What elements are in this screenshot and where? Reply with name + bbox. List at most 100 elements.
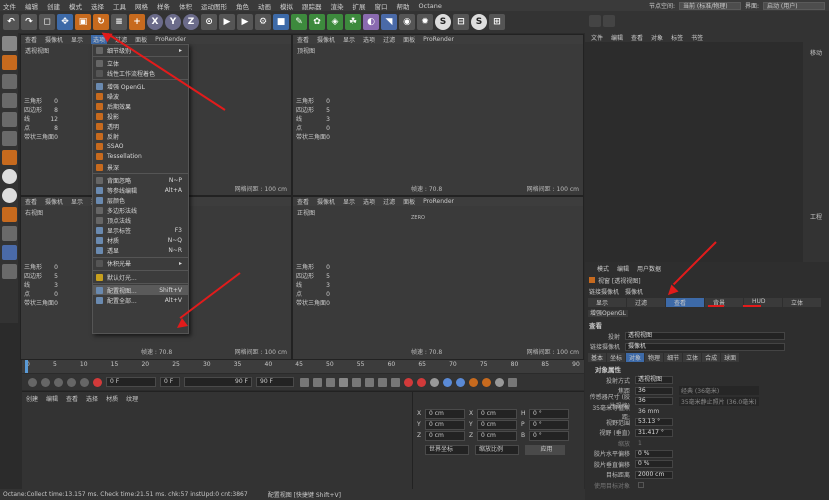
fov-field[interactable]: 53.13 ° bbox=[635, 418, 673, 427]
menu-select[interactable]: 选择 bbox=[91, 1, 104, 11]
menu-character[interactable]: 角色 bbox=[236, 1, 249, 11]
floor-icon[interactable]: ◥ bbox=[381, 14, 397, 30]
prev-frame-icon[interactable] bbox=[326, 377, 335, 387]
subdivision-icon[interactable]: ✿ bbox=[309, 14, 325, 30]
menu-item-xray[interactable]: 透显 N~R bbox=[93, 246, 188, 256]
recent-icon[interactable]: ≡ bbox=[111, 14, 127, 30]
menu-mesh[interactable]: 网格 bbox=[135, 1, 148, 11]
polygon-mode-icon[interactable] bbox=[2, 131, 17, 146]
menu-item-volume-glow[interactable]: 休积光晕 ▸ bbox=[93, 259, 188, 269]
axis-mode-icon[interactable] bbox=[2, 150, 17, 165]
fov-vertical-field[interactable]: 31.417 ° bbox=[635, 428, 673, 437]
camera-icon[interactable]: ◉ bbox=[399, 14, 415, 30]
zoom-field[interactable]: 1 bbox=[635, 440, 642, 447]
axis-y-button[interactable]: Y bbox=[165, 14, 181, 30]
node-space-select[interactable]: 当前 (标准/物理) bbox=[678, 1, 741, 10]
menu-item-stereo[interactable]: 立体 bbox=[93, 58, 188, 68]
make-editable-icon[interactable] bbox=[2, 36, 17, 51]
menu-item-backface[interactable]: 背面忽略 N~P bbox=[93, 175, 188, 185]
object-manager[interactable] bbox=[585, 42, 803, 262]
move-key-icon[interactable] bbox=[443, 377, 452, 387]
layout-icon[interactable] bbox=[603, 15, 615, 27]
deformer-icon[interactable]: ☘ bbox=[345, 14, 361, 30]
menu-mograph[interactable]: 运动图形 bbox=[201, 1, 227, 11]
live-select-icon[interactable]: ◻ bbox=[39, 14, 55, 30]
key-rot-icon[interactable] bbox=[80, 377, 89, 387]
menu-spline[interactable]: 样条 bbox=[157, 1, 170, 11]
menu-tools[interactable]: 工具 bbox=[113, 1, 126, 11]
film-h-offset-field[interactable]: 0 % bbox=[635, 449, 673, 458]
tab-view[interactable]: 查看 bbox=[666, 298, 704, 307]
key-pos-icon[interactable] bbox=[67, 377, 76, 387]
menu-create[interactable]: 创建 bbox=[47, 1, 60, 11]
go-end-icon[interactable] bbox=[378, 377, 387, 387]
transform-icon[interactable]: + bbox=[129, 14, 145, 30]
autokey-icon[interactable] bbox=[417, 377, 426, 387]
octane-render-icon[interactable] bbox=[589, 15, 601, 27]
lock-icon[interactable] bbox=[2, 264, 17, 279]
interface-select[interactable]: 启动 (用户) bbox=[763, 1, 825, 10]
octane-s-icon[interactable] bbox=[2, 169, 17, 184]
tab-enhanced-opengl[interactable]: 增强OpenGL bbox=[588, 310, 629, 317]
menu-item-enhanced-opengl[interactable]: 增强 OpenGL bbox=[93, 81, 188, 91]
timeline-ruler[interactable]: 051015202530354045505560657075808590 bbox=[22, 360, 584, 373]
rotate-key-icon[interactable] bbox=[456, 377, 465, 387]
light-icon[interactable]: ✹ bbox=[417, 14, 433, 30]
menu-mode[interactable]: 模式 bbox=[69, 1, 82, 11]
menu-item-textures[interactable]: 材质 N~Q bbox=[93, 236, 188, 246]
coord-mode-select[interactable]: 世界坐标 bbox=[425, 445, 469, 455]
undo-icon[interactable]: ↶ bbox=[3, 14, 19, 30]
point-mode-icon[interactable] bbox=[2, 93, 17, 108]
scale-mode-select[interactable]: 缩放比例 bbox=[475, 445, 519, 455]
menu-item-configure-all[interactable]: 配置全部... Alt+V bbox=[93, 295, 188, 305]
axis-z-button[interactable]: Z bbox=[183, 14, 199, 30]
grid-icon[interactable] bbox=[2, 245, 17, 260]
tab-display[interactable]: 显示 bbox=[588, 298, 626, 307]
timeline-playhead[interactable] bbox=[25, 360, 28, 373]
menu-item-configure-view[interactable]: 配置视图... Shift+V bbox=[93, 285, 188, 296]
menu-tracker[interactable]: 跟踪器 bbox=[302, 1, 322, 11]
octane-s2-icon[interactable] bbox=[2, 188, 17, 203]
camera-field[interactable]: 摄像机 bbox=[625, 342, 785, 351]
world-coords-icon[interactable]: ⊙ bbox=[201, 14, 217, 30]
target-distance-field[interactable]: 2000 cm bbox=[635, 470, 673, 479]
axis-x-button[interactable]: X bbox=[147, 14, 163, 30]
project-side-tab[interactable]: 工程 bbox=[803, 57, 829, 221]
menu-extensions[interactable]: 扩展 bbox=[353, 1, 366, 11]
key-select-icon[interactable] bbox=[54, 377, 63, 387]
menu-item-ssao[interactable]: SSAO bbox=[93, 142, 188, 152]
vp-menu-prorender[interactable]: ProRender bbox=[155, 36, 186, 43]
tab-filter[interactable]: 过滤 bbox=[627, 298, 665, 307]
menu-item-isoparm[interactable]: 等参线编辑 Alt+A bbox=[93, 185, 188, 195]
use-target-checkbox[interactable] bbox=[638, 482, 644, 489]
menu-simulate[interactable]: 模拟 bbox=[280, 1, 293, 11]
menu-item-reflection[interactable]: 反射 bbox=[93, 132, 188, 142]
menu-item-default-light[interactable]: 默认灯光... bbox=[93, 272, 188, 282]
tab-stereo[interactable]: 立体 bbox=[783, 298, 821, 307]
next-key-icon[interactable] bbox=[365, 377, 374, 387]
menu-item-tessellation[interactable]: Tessellation bbox=[93, 152, 188, 162]
next-frame-icon[interactable] bbox=[352, 377, 361, 387]
move-icon[interactable]: ✥ bbox=[57, 14, 73, 30]
preview-end-field[interactable]: 90 F bbox=[256, 377, 294, 387]
key-record-icon[interactable] bbox=[28, 377, 37, 387]
keyframe-selection-icon[interactable] bbox=[430, 377, 439, 387]
menu-item-polygon-normals[interactable]: 多边形法线 bbox=[93, 205, 188, 215]
viewport-top[interactable]: 查看 摄像机 显示 选项 过滤 面板 ProRender 顶视图 三角形 0 四边… bbox=[292, 34, 584, 196]
go-start-icon[interactable] bbox=[300, 377, 309, 387]
render-picture-icon[interactable]: ▶ bbox=[237, 14, 253, 30]
current-frame-field[interactable]: 0 F bbox=[106, 377, 156, 387]
menu-window[interactable]: 窗口 bbox=[375, 1, 388, 11]
pla-key-icon[interactable] bbox=[495, 377, 504, 387]
cloner-icon[interactable]: ◈ bbox=[327, 14, 343, 30]
menu-help[interactable]: 帮助 bbox=[397, 1, 410, 11]
viewport-front[interactable]: 查看 摄像机 显示 选项 过滤 面板 ProRender 正视图 ZERO 三角… bbox=[292, 196, 584, 360]
menu-item-show-tags[interactable]: 显示标签 F3 bbox=[93, 226, 188, 236]
key-auto-icon[interactable] bbox=[41, 377, 50, 387]
vp-menu-view[interactable]: 查看 bbox=[25, 35, 37, 44]
snap-icon[interactable] bbox=[2, 207, 17, 222]
menu-animate[interactable]: 动画 bbox=[258, 1, 271, 11]
menu-file[interactable]: 文件 bbox=[3, 1, 16, 11]
menu-item-dof[interactable]: 景深 bbox=[93, 162, 188, 172]
menu-item-post-effects[interactable]: 后期效果 bbox=[93, 101, 188, 111]
